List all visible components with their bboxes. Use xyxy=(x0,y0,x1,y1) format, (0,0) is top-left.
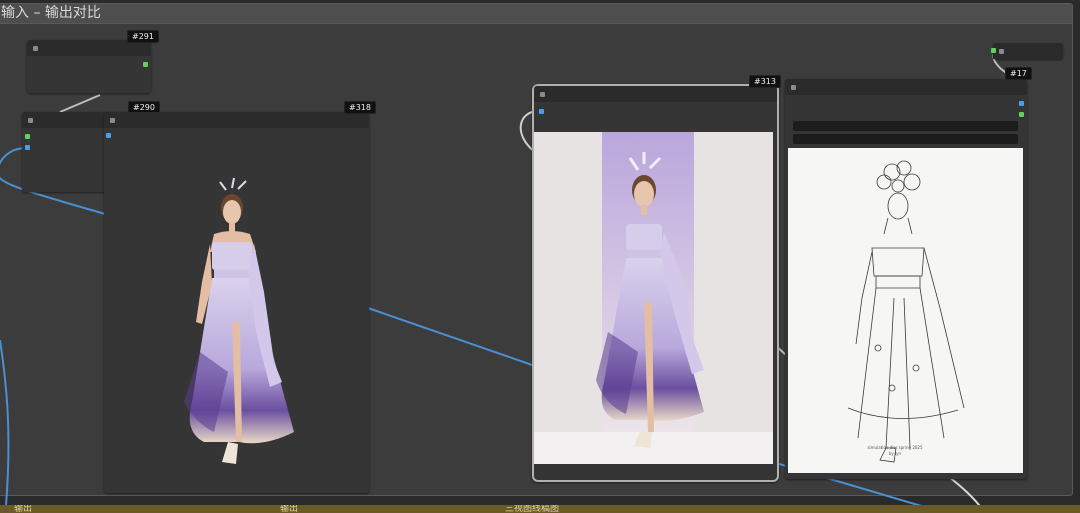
node-17[interactable]: simulation dior spring 2025 by lyn xyxy=(785,79,1027,479)
node-318[interactable] xyxy=(104,112,369,493)
input-port[interactable] xyxy=(106,133,111,138)
output-port[interactable] xyxy=(143,62,148,67)
collapse-icon[interactable] xyxy=(791,85,796,90)
node-17-badge: #17 xyxy=(1005,67,1032,80)
node-313-badge: #313 xyxy=(749,75,781,88)
collapse-icon[interactable] xyxy=(28,118,33,123)
collapse-icon[interactable] xyxy=(540,92,545,97)
model-figure-cutout xyxy=(184,177,294,464)
collapse-icon[interactable] xyxy=(110,118,115,123)
output-port[interactable] xyxy=(1019,112,1024,117)
node-318-badge: #318 xyxy=(344,101,376,114)
collapse-icon[interactable] xyxy=(999,49,1004,54)
bottom-group-strip[interactable]: 输出 输出 三视图线稿图 xyxy=(0,505,1080,513)
output-image xyxy=(534,132,773,464)
sketch-image: simulation dior spring 2025 by lyn xyxy=(788,148,1023,473)
node-canvas[interactable]: 输入 – 输出对比 #291 #290 #318 #313 simulation… xyxy=(0,0,1080,513)
node-313-header[interactable] xyxy=(534,86,777,102)
node-collapsed[interactable] xyxy=(991,43,1063,59)
widget-field[interactable] xyxy=(793,121,1018,131)
node-collapsed-header[interactable] xyxy=(993,43,1063,59)
widget-field[interactable] xyxy=(793,134,1018,144)
bottom-tab-1[interactable]: 输出 xyxy=(14,505,269,513)
group-title[interactable]: 输入 – 输出对比 xyxy=(0,4,1072,24)
model-photo xyxy=(534,132,773,464)
node-318-header[interactable] xyxy=(104,112,369,128)
sketch-caption-line1: simulation dior spring 2025 xyxy=(867,445,923,450)
input-port[interactable] xyxy=(25,134,30,139)
sketch-caption-line2: by lyn xyxy=(888,451,902,456)
bottom-tab-3[interactable]: 三视图线稿图 xyxy=(505,505,805,513)
node-291[interactable] xyxy=(27,40,151,93)
line-sketch xyxy=(847,160,965,463)
node-313[interactable] xyxy=(532,84,779,482)
input-port[interactable] xyxy=(25,145,30,150)
collapse-icon[interactable] xyxy=(33,46,38,51)
cutout-image xyxy=(144,172,344,492)
bottom-tab-2[interactable]: 输出 xyxy=(280,505,500,513)
output-port[interactable] xyxy=(991,48,996,53)
node-17-header[interactable] xyxy=(785,79,1027,95)
input-port[interactable] xyxy=(539,109,544,114)
output-port[interactable] xyxy=(1019,101,1024,106)
node-291-badge: #291 xyxy=(127,30,159,43)
